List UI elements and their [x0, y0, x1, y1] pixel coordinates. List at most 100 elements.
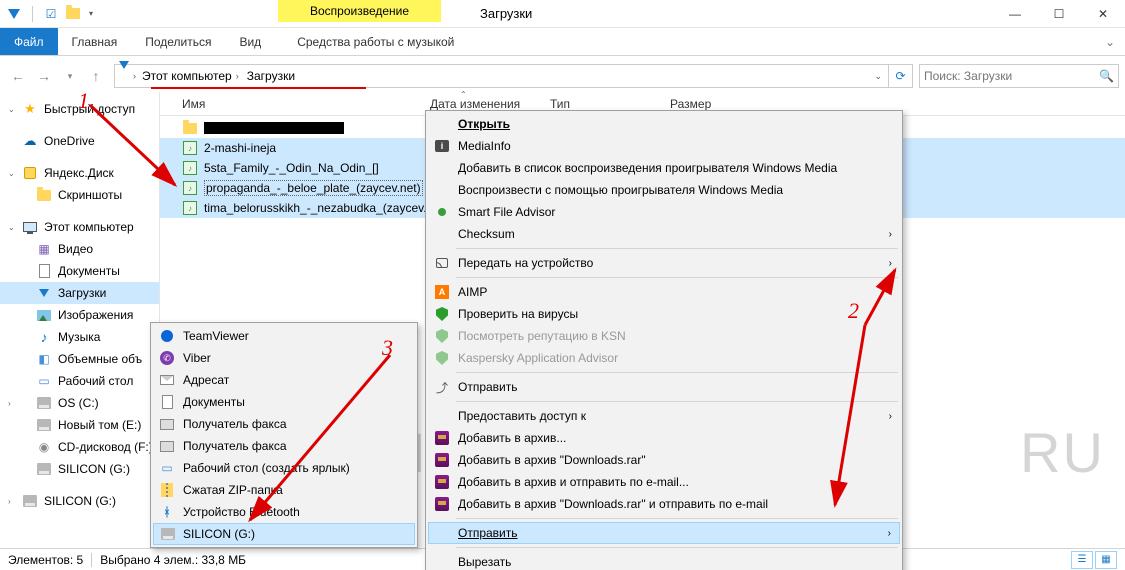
tab-home[interactable]: Главная: [58, 28, 132, 55]
column-date[interactable]: Дата изменения: [420, 97, 540, 111]
ctx-play-wmp[interactable]: Воспроизвести с помощью проигрывателя Wi…: [428, 179, 900, 201]
breadcrumb-downloads[interactable]: Загрузки: [243, 65, 299, 87]
sidebar-silicon-g-2[interactable]: ›SILICON (G:): [0, 490, 159, 512]
sidebar-new-volume-e[interactable]: Новый том (E:): [0, 414, 159, 436]
ctx-send[interactable]: ⤴Отправить: [428, 376, 900, 398]
back-button[interactable]: ←: [6, 64, 30, 88]
sidebar-os-c[interactable]: ›OS (C:): [0, 392, 159, 414]
sidebar-silicon-g[interactable]: SILICON (G:): [0, 458, 159, 480]
sendto-viber[interactable]: ✆Viber: [153, 347, 415, 369]
ctx-rar-add-downloads[interactable]: Добавить в архив "Downloads.rar": [428, 449, 900, 471]
sendto-fax-1[interactable]: Получатель факса: [153, 413, 415, 435]
ctx-checksum[interactable]: Checksum›: [428, 223, 900, 245]
sendto-zip[interactable]: Сжатая ZIP-папка: [153, 479, 415, 501]
ctx-send-to[interactable]: Отправить›: [428, 522, 900, 544]
ctx-open[interactable]: Открыть: [428, 113, 900, 135]
ribbon-collapse-icon[interactable]: ⌄: [1095, 28, 1125, 55]
fax-icon: [159, 416, 175, 432]
share-icon: ⤴: [434, 379, 450, 395]
sendto-desktop-shortcut[interactable]: ▭Рабочий стол (создать ярлык): [153, 457, 415, 479]
maximize-button[interactable]: ☐: [1037, 0, 1081, 28]
quick-access-toolbar: ☑ ▾: [0, 6, 93, 22]
viber-icon: ✆: [159, 350, 175, 366]
ctx-cut[interactable]: Вырезать: [428, 551, 900, 570]
sidebar-onedrive[interactable]: ☁OneDrive: [0, 130, 159, 152]
minimize-button[interactable]: —: [993, 0, 1037, 28]
search-icon[interactable]: 🔍: [1099, 69, 1114, 83]
sidebar-this-pc[interactable]: ⌄Этот компьютер: [0, 216, 159, 238]
tab-share[interactable]: Поделиться: [131, 28, 225, 55]
address-dropdown-icon[interactable]: ⌄: [868, 71, 888, 82]
search-input[interactable]: [924, 69, 1099, 83]
navigation-pane[interactable]: ⌄★Быстрый доступ ☁OneDrive ⌄Яндекс.Диск …: [0, 92, 160, 548]
ctx-rar-email[interactable]: Добавить в архив и отправить по e-mail..…: [428, 471, 900, 493]
annotation-underline: [151, 87, 366, 89]
ctx-aimp[interactable]: AAIMP›: [428, 281, 900, 303]
ctx-mediainfo[interactable]: iMediaInfo: [428, 135, 900, 157]
address-bar[interactable]: › Этот компьютер› Загрузки ⌄ ⟳: [114, 64, 913, 88]
ctx-rar-email-downloads[interactable]: Добавить в архив "Downloads.rar" и отпра…: [428, 493, 900, 515]
sendto-fax-2[interactable]: Получатель факса: [153, 435, 415, 457]
sidebar-music[interactable]: ♪Музыка: [0, 326, 159, 348]
desktop-icon: ▭: [159, 460, 175, 476]
sendto-silicon-g[interactable]: SILICON (G:): [153, 523, 415, 545]
view-details-button[interactable]: ☰: [1071, 551, 1093, 569]
properties-icon[interactable]: ☑: [43, 6, 59, 22]
ctx-rar-add[interactable]: Добавить в архив...: [428, 427, 900, 449]
file-name: 5sta_Family_-_Odin_Na_Odin_[]: [204, 161, 379, 175]
ctx-smart-file-advisor[interactable]: Smart File Advisor: [428, 201, 900, 223]
sendto-mail-recipient[interactable]: Адресат: [153, 369, 415, 391]
send-to-submenu[interactable]: TeamViewer ✆Viber Адресат Документы Полу…: [150, 322, 418, 548]
wma-icon: ♪: [182, 180, 198, 196]
wma-icon: ♪: [182, 200, 198, 216]
sidebar-screenshots[interactable]: Скриншоты: [0, 184, 159, 206]
sidebar-documents[interactable]: Документы: [0, 260, 159, 282]
submenu-arrow-icon: ›: [888, 528, 891, 539]
close-button[interactable]: ✕: [1081, 0, 1125, 28]
tab-file[interactable]: Файл: [0, 28, 58, 55]
sidebar-pictures[interactable]: Изображения: [0, 304, 159, 326]
sendto-teamviewer[interactable]: TeamViewer: [153, 325, 415, 347]
cd-icon: ◉: [36, 439, 52, 455]
contextual-tab: Воспроизведение: [278, 0, 441, 22]
file-name: 2-mashi-ineja: [204, 141, 276, 155]
sidebar-downloads[interactable]: Загрузки: [0, 282, 159, 304]
3d-icon: ◧: [36, 351, 52, 367]
disk-icon: [36, 417, 52, 433]
sidebar-desktop[interactable]: ▭Рабочий стол: [0, 370, 159, 392]
sidebar-video[interactable]: ▦Видео: [0, 238, 159, 260]
tab-music-tools[interactable]: Средства работы с музыкой: [283, 28, 468, 55]
titlebar: ☑ ▾ Воспроизведение Загрузки — ☐ ✕: [0, 0, 1125, 28]
column-name[interactable]: Имя: [160, 97, 420, 111]
pictures-icon: [36, 307, 52, 323]
column-type[interactable]: Тип: [540, 97, 660, 111]
breadcrumb-root-icon[interactable]: ›: [133, 71, 136, 81]
ctx-ksn-reputation: Посмотреть репутацию в KSN: [428, 325, 900, 347]
history-dropdown-icon[interactable]: ▾: [58, 64, 82, 88]
breadcrumb-this-pc[interactable]: Этот компьютер›: [138, 65, 243, 87]
up-button[interactable]: ↑: [84, 64, 108, 88]
context-menu[interactable]: Открыть iMediaInfo Добавить в список вос…: [425, 110, 903, 570]
ctx-scan-virus[interactable]: Проверить на вирусы: [428, 303, 900, 325]
ctx-cast-to-device[interactable]: Передать на устройство›: [428, 252, 900, 274]
column-size[interactable]: Размер: [660, 97, 740, 111]
ctx-give-access[interactable]: Предоставить доступ к›: [428, 405, 900, 427]
sidebar-quick-access[interactable]: ⌄★Быстрый доступ: [0, 98, 159, 120]
tab-view[interactable]: Вид: [225, 28, 275, 55]
view-thumbnails-button[interactable]: ▦: [1095, 551, 1117, 569]
refresh-button[interactable]: ⟳: [888, 65, 912, 87]
new-folder-icon[interactable]: [65, 6, 81, 22]
sendto-bluetooth[interactable]: ᚼУстройство Bluetooth: [153, 501, 415, 523]
separator: [456, 277, 898, 278]
ctx-add-wmp-list[interactable]: Добавить в список воспроизведения проигр…: [428, 157, 900, 179]
sendto-documents[interactable]: Документы: [153, 391, 415, 413]
forward-button[interactable]: →: [32, 64, 56, 88]
sidebar-3d-objects[interactable]: ◧Объемные объ: [0, 348, 159, 370]
sort-indicator-icon: ⌃: [460, 90, 467, 99]
file-name: propaganda_-_beloe_plate_(zaycev.net): [204, 180, 423, 196]
sfa-icon: [434, 204, 450, 220]
qat-dropdown-icon[interactable]: ▾: [89, 9, 93, 18]
sidebar-cd-drive-f[interactable]: ◉CD-дисковод (F:): [0, 436, 159, 458]
search-box[interactable]: 🔍: [919, 64, 1119, 88]
sidebar-yandex-disk[interactable]: ⌄Яндекс.Диск: [0, 162, 159, 184]
